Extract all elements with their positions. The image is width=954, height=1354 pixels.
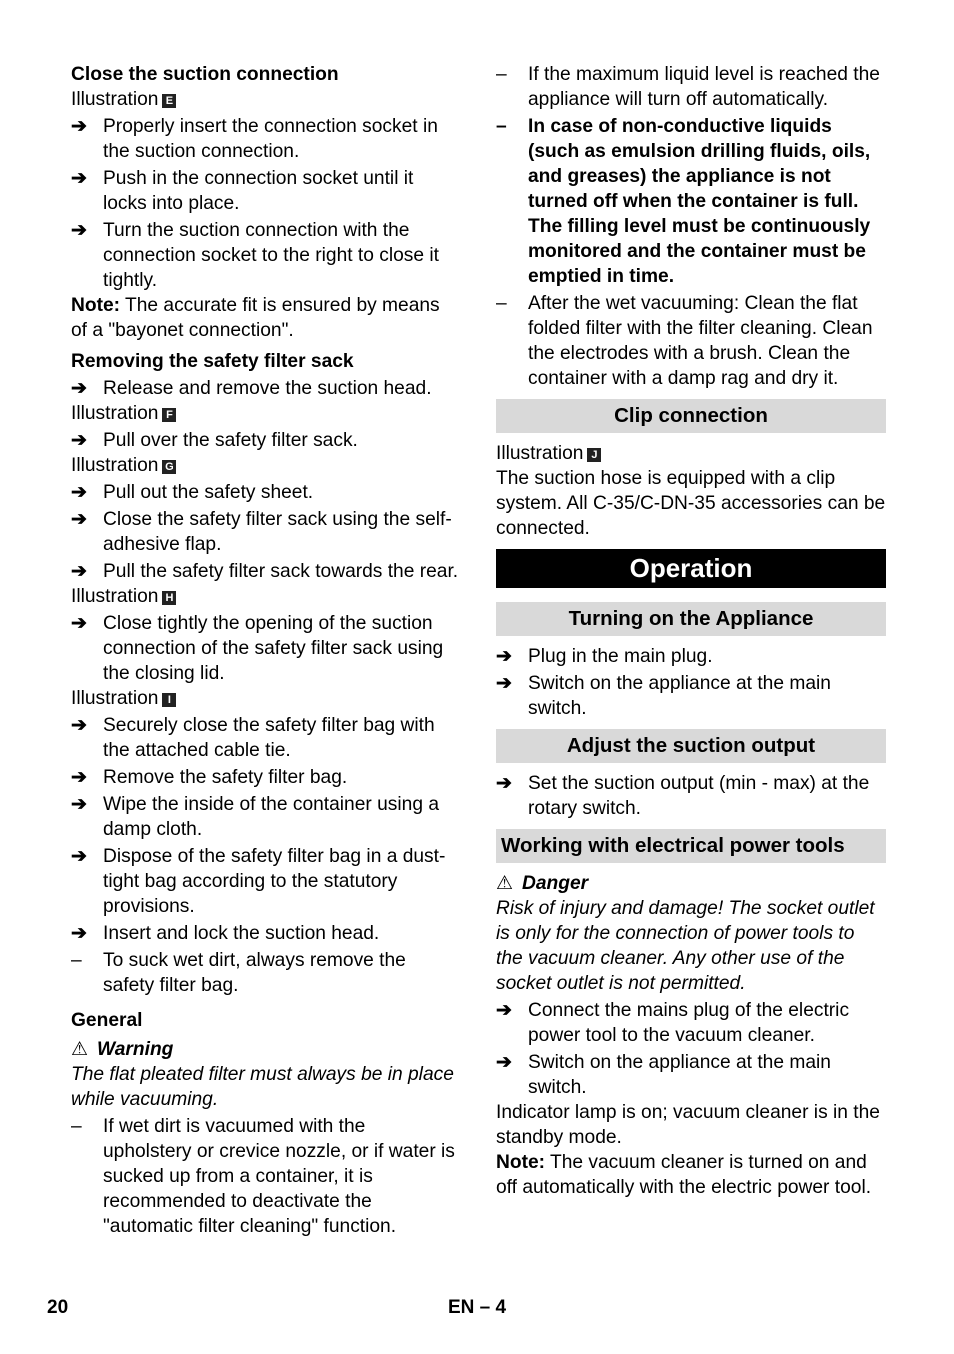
list-item: – In case of non-conductive liquids (such… — [496, 116, 871, 287]
warning-label: ⚠ Warning — [71, 1039, 174, 1060]
list-item: ➔ Pull the safety filter sack towards the… — [71, 561, 459, 582]
note: Note: The accurate fit is ensured by mea… — [71, 295, 440, 341]
illustration-badge: J — [587, 448, 602, 462]
list-item: – After the wet vacuuming: Clean the flat… — [496, 293, 873, 389]
arrow-icon: ➔ — [71, 220, 88, 241]
arrow-icon: ➔ — [71, 613, 88, 634]
heading-general: General — [71, 1010, 143, 1031]
illustration-badge: G — [162, 460, 177, 474]
arrow-icon: ➔ — [496, 646, 513, 667]
arrow-icon: ➔ — [71, 715, 88, 736]
illustration-badge: E — [162, 94, 177, 108]
dash-icon: – — [496, 64, 507, 85]
heading-working-with-power-tools: Working with electrical power tools — [496, 829, 886, 863]
note: Note: The vacuum cleaner is turned on an… — [496, 1152, 872, 1198]
indicator-text: Indicator lamp is on; vacuum cleaner is … — [496, 1102, 880, 1148]
arrow-icon: ➔ — [496, 1052, 513, 1073]
danger-label: ⚠ Danger — [496, 873, 589, 894]
heading-removing-safety-filter-sack: Removing the safety filter sack — [71, 351, 354, 372]
illustration-badge: F — [162, 408, 177, 422]
illustration-badge: H — [162, 591, 177, 605]
heading-close-suction-connection: Close the suction connection — [71, 64, 339, 85]
illustration-badge: I — [162, 693, 177, 707]
arrow-icon: ➔ — [496, 773, 513, 794]
warning-icon: ⚠ — [71, 1039, 89, 1060]
left-column: Close the suction connection Illustratio… — [71, 62, 459, 1239]
heading-clip-connection: Clip connection — [496, 399, 886, 433]
arrow-icon: ➔ — [496, 1000, 513, 1021]
arrow-icon: ➔ — [496, 673, 513, 694]
list-item: ➔ Switch on the appliance at the main swi… — [496, 673, 831, 719]
arrow-icon: ➔ — [71, 168, 88, 189]
list-item: ➔ Properly insert the connection socket i… — [71, 116, 438, 162]
list-item: ➔ Switch on the appliance at the main swi… — [496, 1052, 831, 1098]
illustration-ref: Illustration I — [71, 686, 459, 711]
illustration-ref: Illustration E — [71, 87, 459, 112]
section-code: EN – 4 — [448, 1297, 507, 1318]
list-item: ➔ Wipe the inside of the container using … — [71, 794, 439, 840]
dash-icon: – — [71, 1116, 82, 1137]
dash-icon: – — [496, 293, 507, 314]
list-item: ➔ Remove the safety filter bag. — [71, 767, 348, 788]
arrow-icon: ➔ — [71, 482, 88, 503]
arrow-icon: ➔ — [71, 923, 88, 944]
arrow-icon: ➔ — [71, 430, 88, 451]
list-item: – If wet dirt is vacuumed with the uphols… — [71, 1116, 455, 1237]
warning-icon: ⚠ — [496, 873, 514, 894]
illustration-ref: Illustration G — [71, 453, 459, 478]
list-item: ➔ Securely close the safety filter bag wi… — [71, 715, 435, 761]
dash-icon: – — [71, 950, 82, 971]
list-item: ➔ Insert and lock the suction head. — [71, 923, 380, 944]
list-item: ➔ Pull out the safety sheet. — [71, 482, 314, 503]
arrow-icon: ➔ — [71, 116, 88, 137]
arrow-icon: ➔ — [71, 794, 88, 815]
list-item: ➔ Connect the mains plug of the electric … — [496, 1000, 850, 1046]
right-column: – If the maximum liquid level is reached … — [496, 62, 886, 1200]
list-item: – To suck wet dirt, always remove the saf… — [71, 950, 406, 996]
page-number: 20 — [47, 1297, 69, 1318]
arrow-icon: ➔ — [71, 846, 88, 867]
list-item: ➔ Pull over the safety filter sack. — [71, 430, 358, 451]
clip-text: The suction hose is equipped with a clip… — [496, 468, 886, 539]
list-item: ➔ Close the safety filter sack using the … — [71, 509, 452, 555]
list-item: ➔ Set the suction output (min - max) at t… — [496, 773, 870, 819]
arrow-icon: ➔ — [71, 378, 88, 399]
list-item: ➔ Plug in the main plug. — [496, 646, 713, 667]
arrow-icon: ➔ — [71, 509, 88, 530]
arrow-icon: ➔ — [71, 561, 88, 582]
list-item: ➔ Close tightly the opening of the suctio… — [71, 613, 444, 684]
list-item: ➔ Dispose of the safety filter bag in a d… — [71, 846, 446, 917]
list-item: ➔ Turn the suction connection with the co… — [71, 220, 439, 291]
heading-operation: Operation — [496, 549, 886, 588]
danger-text: Risk of injury and damage! The socket ou… — [496, 898, 875, 994]
list-item: ➔ Push in the connection socket until it … — [71, 168, 414, 214]
arrow-icon: ➔ — [71, 767, 88, 788]
list-item: ➔ Release and remove the suction head. — [71, 378, 432, 399]
heading-turning-on-appliance: Turning on the Appliance — [496, 602, 886, 636]
list-item: – If the maximum liquid level is reached … — [496, 64, 880, 110]
warning-text: The flat pleated filter must always be i… — [71, 1064, 454, 1110]
illustration-ref: Illustration J — [496, 441, 886, 466]
illustration-ref: Illustration F — [71, 401, 459, 426]
dash-icon: – — [496, 116, 507, 137]
heading-adjust-suction-output: Adjust the suction output — [496, 729, 886, 763]
illustration-ref: Illustration H — [71, 584, 459, 609]
